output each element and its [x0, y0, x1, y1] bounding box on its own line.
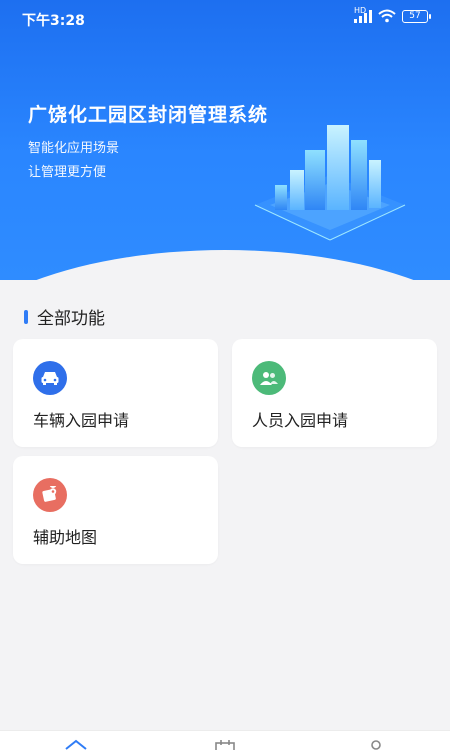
hero-subtitle-1: 智能化应用场景	[28, 141, 120, 156]
vehicle-entry-label: 车辆入园申请	[33, 411, 130, 430]
network-type-label: HD	[354, 6, 367, 15]
hero-banner: 下午3:28 HD 57 广饶化工园区封闭管理系统 智能化应用场景 让管理更方便	[0, 0, 450, 280]
calendar-icon[interactable]	[213, 737, 237, 750]
section-marker	[24, 309, 28, 324]
page-title: 广饶化工园区封闭管理系统	[28, 104, 269, 126]
status-bar: 下午3:28 HD 57	[0, 0, 450, 36]
wifi-icon	[378, 9, 396, 23]
personnel-entry-card[interactable]: 人员入园申请	[232, 339, 437, 447]
car-icon	[33, 361, 67, 395]
section-header: 全部功能	[24, 304, 105, 329]
battery-icon: 57	[402, 9, 431, 23]
personnel-entry-label: 人员入园申请	[252, 411, 349, 430]
status-time: 下午3:28	[22, 13, 85, 29]
assist-map-label: 辅助地图	[33, 528, 98, 547]
user-icon[interactable]	[364, 737, 388, 750]
battery-level: 57	[409, 10, 421, 21]
bottom-navigation	[0, 730, 450, 750]
section-title: 全部功能	[37, 309, 105, 329]
hero-subtitle-2: 让管理更方便	[28, 165, 107, 180]
vehicle-entry-card[interactable]: 车辆入园申请	[13, 339, 218, 447]
assist-map-card[interactable]: 辅助地图	[13, 456, 218, 564]
home-icon[interactable]	[64, 737, 88, 750]
map-icon	[33, 478, 67, 512]
city-illustration	[254, 125, 406, 241]
status-icons: HD 57	[354, 6, 431, 23]
people-icon	[252, 361, 286, 395]
